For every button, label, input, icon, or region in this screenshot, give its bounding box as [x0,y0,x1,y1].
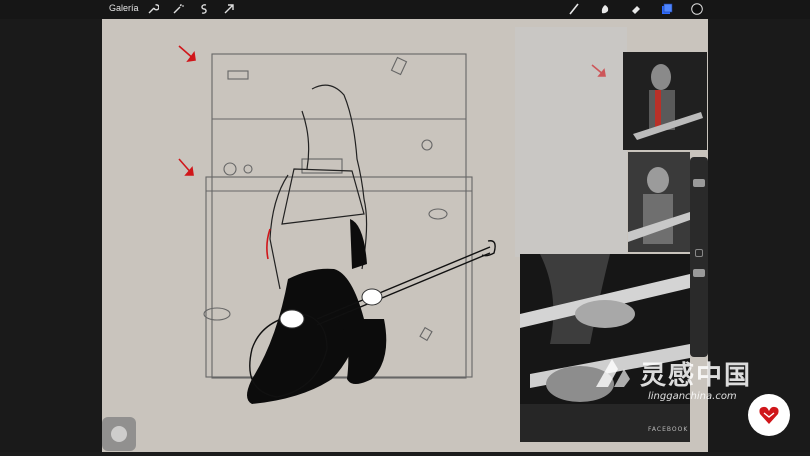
modifier-circle-icon [111,426,127,442]
reference-photo-3[interactable]: FACEBOOK [520,254,690,442]
watermark-logo-icon [596,359,630,387]
photo-caption: FACEBOOK [648,426,689,433]
watermark-chinese: 灵感中国 [640,361,753,391]
left-side-panel [0,19,102,452]
transform-arrow-icon[interactable] [222,2,236,16]
brush-icon[interactable] [567,2,581,16]
top-toolbar: Galería [0,0,810,19]
brush-size-slider[interactable] [690,157,708,357]
brush-size-knob[interactable] [693,179,705,187]
watermark-url: lingganchina.com [648,391,737,402]
channel-badge [748,394,790,436]
magic-wand-icon[interactable] [171,2,185,16]
reference-photo-1[interactable] [623,52,707,150]
wrench-icon[interactable] [146,2,160,16]
selection-icon[interactable] [197,2,211,16]
modify-square-button[interactable] [695,249,703,257]
floating-reference-panel [515,27,627,257]
eraser-icon[interactable] [629,2,643,16]
opacity-knob[interactable] [693,269,705,277]
color-swatch[interactable] [690,2,704,16]
layers-icon[interactable] [660,2,674,16]
gallery-button[interactable]: Galería [109,3,139,13]
smudge-icon[interactable] [598,2,612,16]
heart-logo-icon [759,406,779,424]
reference-photo-2[interactable] [628,152,690,252]
quick-menu-button[interactable] [102,417,136,451]
